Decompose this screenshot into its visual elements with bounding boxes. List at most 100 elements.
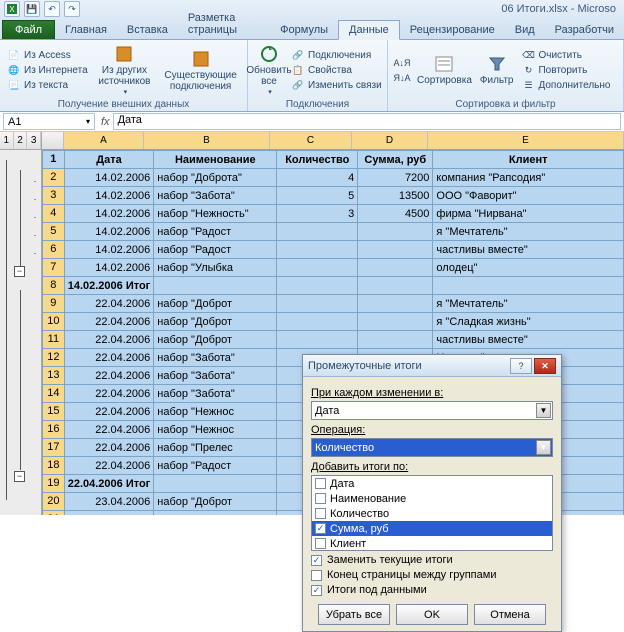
combo-change-in[interactable]: Дата▼: [311, 401, 553, 420]
reapply-button[interactable]: ↻Повторить: [518, 63, 613, 77]
cell[interactable]: набор "Улыбка: [154, 259, 277, 277]
list-item[interactable]: ✓Сумма, руб: [312, 521, 552, 536]
cell[interactable]: 14.02.2006 Итог: [64, 277, 154, 295]
cell[interactable]: [154, 277, 277, 295]
combo-operation[interactable]: Количество▼: [311, 438, 553, 457]
row-header[interactable]: 10: [43, 313, 65, 331]
cell[interactable]: 22.04.2006: [64, 349, 154, 367]
row-header[interactable]: 14: [43, 385, 65, 403]
cell[interactable]: частливы вместе": [433, 331, 624, 349]
list-item[interactable]: Клиент: [312, 536, 552, 551]
cell[interactable]: набор "Нежнос: [154, 403, 277, 421]
row-header[interactable]: 2: [43, 169, 65, 187]
header-cell[interactable]: Наименование: [154, 151, 277, 169]
cancel-button[interactable]: Отмена: [474, 604, 546, 625]
cell[interactable]: 22.04.2006: [64, 439, 154, 457]
col-header-e[interactable]: E: [428, 132, 624, 149]
undo-icon[interactable]: ↶: [44, 1, 60, 17]
outline-pane[interactable]: 1 2 3 − − · · · · ·: [0, 132, 42, 515]
cell[interactable]: набор "Забота": [154, 187, 277, 205]
cell[interactable]: я "Мечтатель": [433, 223, 624, 241]
row-header[interactable]: 21: [43, 511, 65, 516]
row-header[interactable]: 15: [43, 403, 65, 421]
row-header[interactable]: 7: [43, 259, 65, 277]
col-header-a[interactable]: A: [64, 132, 144, 149]
header-cell[interactable]: Количество: [277, 151, 358, 169]
tab-pagelayout[interactable]: Разметка страницы: [178, 9, 270, 39]
outline-level-3[interactable]: 3: [27, 132, 41, 149]
cell[interactable]: [358, 277, 433, 295]
row-header[interactable]: 13: [43, 367, 65, 385]
cell[interactable]: [277, 295, 358, 313]
row-header[interactable]: 3: [43, 187, 65, 205]
cell[interactable]: [433, 277, 624, 295]
dialog-titlebar[interactable]: Промежуточные итоги ? ✕: [303, 355, 561, 377]
redo-icon[interactable]: ↷: [64, 1, 80, 17]
listbox-add-totals[interactable]: ДатаНаименованиеКоличество✓Сумма, рубКли…: [311, 475, 553, 551]
row-header[interactable]: 5: [43, 223, 65, 241]
row-header[interactable]: 11: [43, 331, 65, 349]
cell[interactable]: 14.02.2006: [64, 169, 154, 187]
tab-developer[interactable]: Разработчи: [545, 21, 624, 39]
cell[interactable]: набор "Забота": [154, 385, 277, 403]
tab-file[interactable]: Файл: [2, 20, 55, 39]
sort-za-button[interactable]: Я↓А: [392, 71, 412, 85]
cell[interactable]: фирма "Нирвана": [433, 205, 624, 223]
cell[interactable]: [277, 241, 358, 259]
header-cell[interactable]: Клиент: [433, 151, 624, 169]
outline-level-1[interactable]: 1: [0, 132, 14, 149]
cell[interactable]: [154, 475, 277, 493]
refresh-all-button[interactable]: Обновить все: [252, 42, 286, 98]
save-icon[interactable]: 💾: [24, 1, 40, 17]
cell[interactable]: набор "Доброт: [154, 313, 277, 331]
cell[interactable]: 23.04.2006: [64, 493, 154, 511]
cell[interactable]: 23.04.2006: [64, 511, 154, 516]
cell[interactable]: 22.04.2006: [64, 367, 154, 385]
cell[interactable]: 4: [277, 169, 358, 187]
cell[interactable]: 22.04.2006: [64, 295, 154, 313]
cell[interactable]: набор "Нежнос: [154, 421, 277, 439]
row-header[interactable]: 16: [43, 421, 65, 439]
cell[interactable]: набор "Забота": [154, 349, 277, 367]
formula-input[interactable]: Дата: [113, 113, 621, 130]
outline-collapse-button[interactable]: −: [14, 266, 28, 277]
cell[interactable]: олодец": [433, 259, 624, 277]
cell[interactable]: 14.02.2006: [64, 205, 154, 223]
cell[interactable]: [358, 241, 433, 259]
cell[interactable]: набор "Прелес: [154, 439, 277, 457]
edit-links-button[interactable]: 🔗Изменить связи: [288, 78, 385, 92]
chk-page-break[interactable]: Конец страницы между группами: [311, 569, 553, 581]
tab-review[interactable]: Рецензирование: [400, 21, 505, 39]
cell[interactable]: частливы вместе": [433, 241, 624, 259]
select-all-corner[interactable]: [42, 132, 64, 149]
from-access-button[interactable]: 📄Из Access: [4, 48, 91, 62]
row-header[interactable]: 1: [43, 151, 65, 169]
row-header[interactable]: 9: [43, 295, 65, 313]
cell[interactable]: набор "Доброт: [154, 511, 277, 516]
chk-below-data[interactable]: ✓Итоги под данными: [311, 584, 553, 596]
list-item[interactable]: Наименование: [312, 491, 552, 506]
tab-home[interactable]: Главная: [55, 21, 117, 39]
cell[interactable]: 22.04.2006: [64, 385, 154, 403]
tab-data[interactable]: Данные: [338, 20, 400, 40]
cell[interactable]: набор "Забота": [154, 367, 277, 385]
sort-button[interactable]: Сортировка: [414, 52, 475, 88]
cell[interactable]: ООО "Фаворит": [433, 187, 624, 205]
cell[interactable]: я "Сладкая жизнь": [433, 313, 624, 331]
cell[interactable]: набор "Доброт: [154, 295, 277, 313]
row-header[interactable]: 8: [43, 277, 65, 295]
cell[interactable]: 22.04.2006: [64, 403, 154, 421]
cell[interactable]: [358, 313, 433, 331]
outline-level-2[interactable]: 2: [14, 132, 28, 149]
cell[interactable]: набор "Радост: [154, 241, 277, 259]
clear-button[interactable]: ⌫Очистить: [518, 48, 613, 62]
existing-conn-button[interactable]: Существующие подключения: [158, 47, 243, 94]
row-header[interactable]: 4: [43, 205, 65, 223]
dialog-close-button[interactable]: ✕: [534, 358, 556, 374]
row-header[interactable]: 12: [43, 349, 65, 367]
cell[interactable]: [358, 295, 433, 313]
cell[interactable]: я "Мечтатель": [433, 295, 624, 313]
header-cell[interactable]: Сумма, руб: [358, 151, 433, 169]
cell[interactable]: 14.02.2006: [64, 223, 154, 241]
cell[interactable]: набор "Доброт: [154, 331, 277, 349]
